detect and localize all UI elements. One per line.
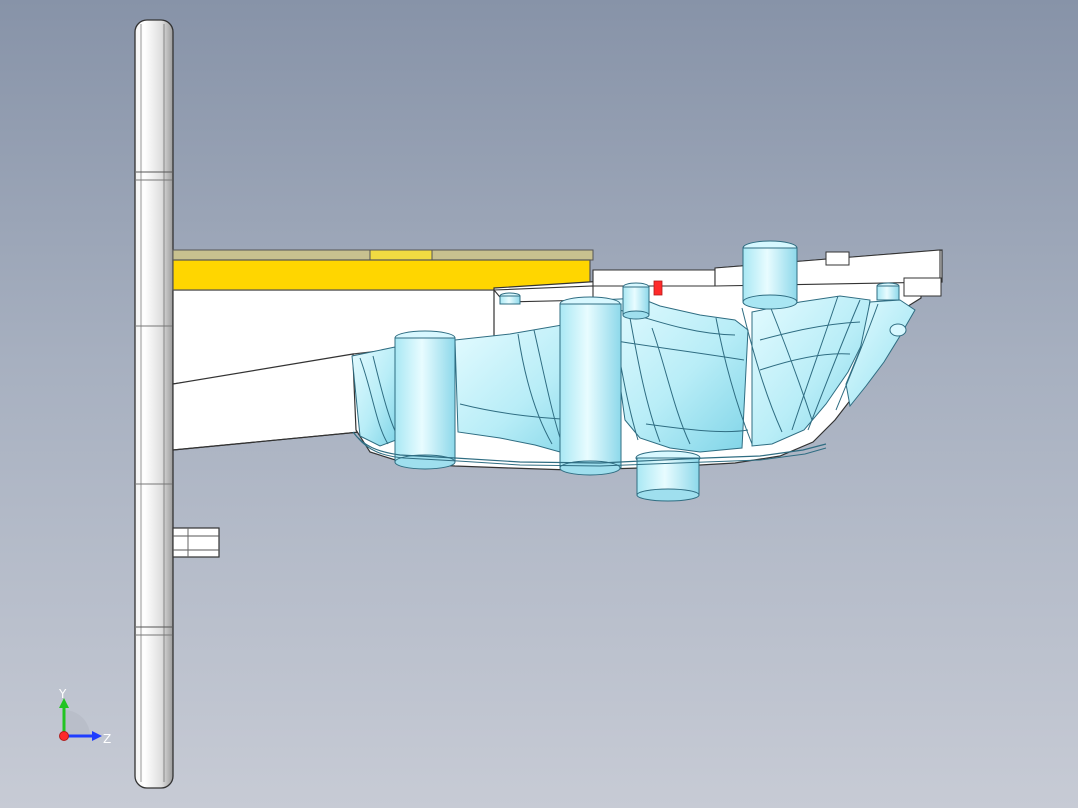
cad-viewport[interactable]: Y Z xyxy=(0,0,1078,808)
y-axis-label: Y xyxy=(59,687,67,701)
small-bracket[interactable] xyxy=(172,527,220,558)
triad-graphic xyxy=(59,698,102,741)
z-axis-label: Z xyxy=(103,732,112,746)
mounting-plate[interactable] xyxy=(134,19,174,789)
top-bar-highlight[interactable] xyxy=(172,249,594,291)
model-view[interactable] xyxy=(0,0,1078,808)
orientation-triad: Y Z xyxy=(44,682,124,762)
